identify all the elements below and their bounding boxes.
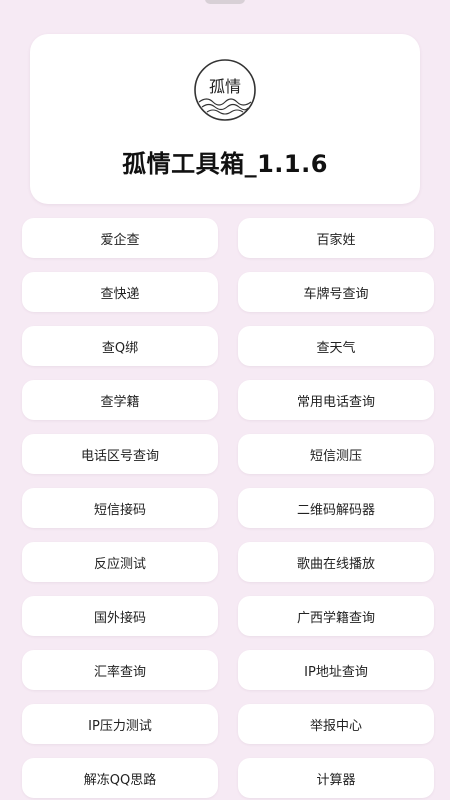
tool-button-calculator[interactable]: 计算器 (238, 758, 434, 798)
tool-button-unfreeze-qq[interactable]: 解冻QQ思路 (22, 758, 218, 798)
app-logo: 孤情 (194, 59, 256, 121)
tool-button-sms-receive[interactable]: 短信接码 (22, 488, 218, 528)
tool-button-music-player[interactable]: 歌曲在线播放 (238, 542, 434, 582)
tool-button-qr-decoder[interactable]: 二维码解码器 (238, 488, 434, 528)
tool-button-ip-stress[interactable]: IP压力测试 (22, 704, 218, 744)
tool-button-express[interactable]: 查快递 (22, 272, 218, 312)
tool-button-guangxi-student[interactable]: 广西学籍查询 (238, 596, 434, 636)
header-card: 孤情 孤情工具箱_1.1.6 (30, 34, 420, 204)
drag-handle[interactable] (205, 0, 245, 4)
tool-button-ip-lookup[interactable]: IP地址查询 (238, 650, 434, 690)
tool-button-license-plate[interactable]: 车牌号查询 (238, 272, 434, 312)
logo-text: 孤情 (209, 77, 241, 96)
tool-button-student-status[interactable]: 查学籍 (22, 380, 218, 420)
tool-button-report-center[interactable]: 举报中心 (238, 704, 434, 744)
tool-button-foreign-sms[interactable]: 国外接码 (22, 596, 218, 636)
tool-grid: 爱企查 百家姓 查快递 车牌号查询 查Q绑 查天气 查学籍 常用电话查询 电话区… (22, 218, 434, 798)
tool-button-aiqicha[interactable]: 爱企查 (22, 218, 218, 258)
tool-button-weather[interactable]: 查天气 (238, 326, 434, 366)
tool-button-exchange-rate[interactable]: 汇率查询 (22, 650, 218, 690)
tool-button-sms-stress[interactable]: 短信测压 (238, 434, 434, 474)
tool-button-reaction-test[interactable]: 反应测试 (22, 542, 218, 582)
tool-button-qq-bind[interactable]: 查Q绑 (22, 326, 218, 366)
tool-button-baijiaxing[interactable]: 百家姓 (238, 218, 434, 258)
tool-button-area-code[interactable]: 电话区号查询 (22, 434, 218, 474)
tool-button-common-phone[interactable]: 常用电话查询 (238, 380, 434, 420)
app-title: 孤情工具箱_1.1.6 (122, 150, 328, 178)
